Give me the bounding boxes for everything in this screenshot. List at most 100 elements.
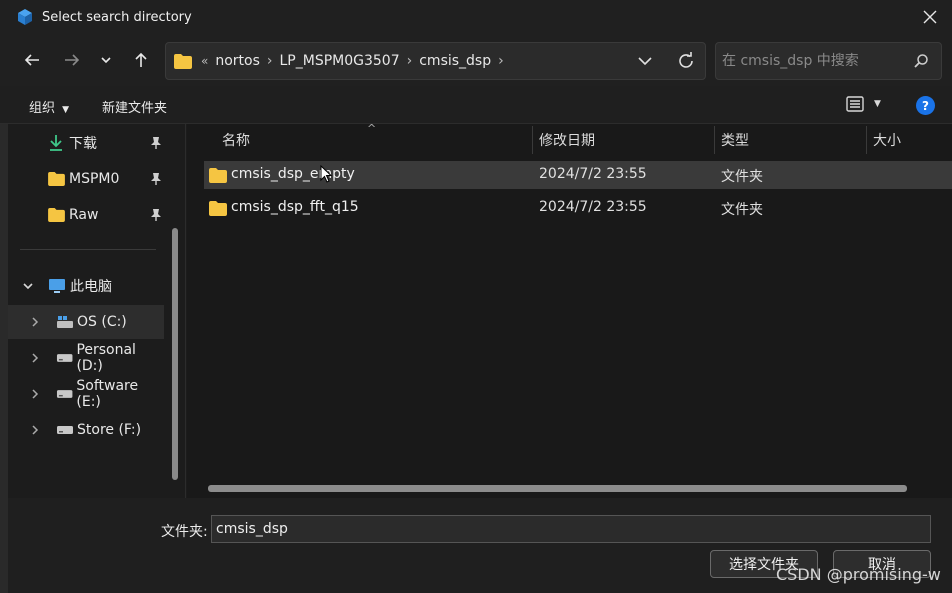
sidebar-item-label: Store (F:) bbox=[77, 422, 142, 438]
folder-icon bbox=[209, 201, 227, 216]
sidebar-item-label: OS (C:) bbox=[77, 314, 127, 330]
drive-icon bbox=[56, 354, 73, 362]
organize-label: 组织 bbox=[29, 101, 56, 116]
sidebar-item-downloads[interactable]: 下载 bbox=[8, 126, 164, 160]
chevron-right-icon bbox=[32, 389, 39, 399]
breadcrumb-lp-mspm0g3507[interactable]: LP_MSPM0G3507 bbox=[280, 53, 400, 69]
chevron-right-icon bbox=[32, 353, 39, 363]
sidebar-item-label: 此电脑 bbox=[70, 279, 112, 295]
sidebar-item-this-pc[interactable]: 此电脑 bbox=[8, 269, 164, 303]
download-icon bbox=[50, 135, 62, 151]
folder-label: 文件夹: bbox=[161, 524, 208, 540]
sidebar-item-drive-c[interactable]: OS (C:) bbox=[8, 305, 164, 339]
arrow-left-icon bbox=[24, 54, 39, 66]
arrow-right-icon bbox=[65, 54, 80, 66]
search-box[interactable] bbox=[715, 42, 942, 80]
file-name: cmsis_dsp_fft_q15 bbox=[231, 199, 359, 215]
pin-icon[interactable] bbox=[150, 136, 162, 150]
window-title: Select search directory bbox=[42, 9, 192, 25]
file-name: cmsis_dsp_empty bbox=[231, 166, 355, 182]
file-list: ^ 名称 修改日期 类型 大小 cmsis_dsp_empty 2024/7/2… bbox=[187, 122, 952, 498]
help-icon: ? bbox=[922, 98, 929, 113]
breadcrumb-cmsis-dsp[interactable]: cmsis_dsp bbox=[419, 53, 491, 69]
sidebar-item-drive-d[interactable]: Personal (D:) bbox=[8, 341, 164, 375]
table-row[interactable]: cmsis_dsp_empty 2024/7/2 23:55 文件夹 bbox=[204, 161, 952, 189]
command-bar: 组织 ▼ 新建文件夹 ▼ ? bbox=[0, 86, 952, 124]
sidebar-item-label: MSPM0 bbox=[69, 171, 120, 187]
sidebar-item-label: Personal (D:) bbox=[76, 342, 136, 374]
pin-icon[interactable] bbox=[150, 172, 162, 186]
breadcrumb-chevron-icon: › bbox=[406, 53, 413, 69]
column-header-label: 修改日期 bbox=[539, 133, 595, 149]
folder-name-input[interactable] bbox=[211, 515, 931, 543]
close-icon bbox=[923, 10, 937, 24]
breadcrumb-nortos[interactable]: nortos bbox=[215, 53, 260, 69]
sort-ascending-icon: ^ bbox=[367, 122, 377, 135]
column-divider[interactable] bbox=[866, 126, 867, 154]
windows-drive-icon bbox=[57, 316, 73, 328]
column-divider[interactable] bbox=[714, 126, 715, 154]
horizontal-scrollbar[interactable] bbox=[208, 485, 907, 492]
help-button[interactable]: ? bbox=[916, 96, 935, 115]
column-header-size[interactable]: 大小 bbox=[873, 124, 901, 156]
sidebar-item-drive-e[interactable]: Software (E:) bbox=[8, 377, 164, 411]
details-view-icon bbox=[846, 96, 864, 112]
title-bar: Select search directory bbox=[0, 0, 952, 34]
column-header-label: 类型 bbox=[721, 133, 749, 149]
caret-down-icon: ▼ bbox=[62, 105, 70, 115]
chevron-down-icon bbox=[101, 57, 111, 64]
chevron-down-icon bbox=[23, 283, 33, 290]
chevron-down-icon bbox=[638, 57, 652, 66]
breadcrumb-chevron-icon: › bbox=[498, 53, 504, 69]
organize-menu[interactable]: 组织 ▼ bbox=[29, 97, 69, 116]
new-folder-label: 新建文件夹 bbox=[102, 101, 168, 116]
close-button[interactable] bbox=[916, 4, 944, 30]
navigation-bar: « nortos › LP_MSPM0G3507 › cmsis_dsp › bbox=[0, 34, 952, 86]
pin-icon[interactable] bbox=[150, 208, 162, 222]
app-cube-icon bbox=[18, 9, 32, 25]
chevron-right-icon bbox=[32, 317, 39, 327]
refresh-button[interactable] bbox=[677, 51, 695, 75]
file-modified: 2024/7/2 23:55 bbox=[539, 166, 647, 182]
column-header-modified[interactable]: 修改日期 bbox=[539, 124, 595, 156]
column-header-label: 名称 bbox=[222, 133, 250, 149]
file-type: 文件夹 bbox=[721, 169, 763, 185]
address-bar[interactable]: « nortos › LP_MSPM0G3507 › cmsis_dsp › bbox=[165, 42, 706, 80]
breadcrumb-overflow[interactable]: « bbox=[201, 54, 208, 68]
watermark-text: CSDN @promising-w bbox=[776, 565, 941, 584]
new-folder-button[interactable]: 新建文件夹 bbox=[102, 97, 167, 116]
sidebar-item-label: 下载 bbox=[69, 136, 97, 152]
column-divider[interactable] bbox=[532, 126, 533, 154]
breadcrumb-chevron-icon: › bbox=[266, 53, 273, 69]
file-modified: 2024/7/2 23:55 bbox=[539, 199, 647, 215]
sidebar-scrollbar[interactable] bbox=[172, 228, 178, 480]
recent-locations-button[interactable] bbox=[94, 48, 118, 72]
folder-icon bbox=[209, 168, 227, 183]
up-button[interactable] bbox=[129, 48, 153, 72]
forward-button[interactable] bbox=[60, 48, 84, 72]
file-type: 文件夹 bbox=[721, 202, 763, 218]
sidebar-item-label: Raw bbox=[69, 207, 99, 223]
column-header-name[interactable]: 名称 bbox=[222, 124, 250, 156]
sidebar-item-raw[interactable]: Raw bbox=[8, 198, 164, 232]
view-options-button[interactable]: ▼ bbox=[846, 95, 881, 113]
column-header-type[interactable]: 类型 bbox=[721, 124, 749, 156]
caret-down-icon: ▼ bbox=[874, 99, 881, 109]
refresh-icon bbox=[679, 52, 693, 68]
table-row[interactable]: cmsis_dsp_fft_q15 2024/7/2 23:55 文件夹 bbox=[204, 194, 952, 222]
column-header-label: 大小 bbox=[873, 133, 901, 149]
folder-icon bbox=[48, 208, 65, 222]
sidebar-item-drive-f[interactable]: Store (F:) bbox=[8, 413, 164, 447]
sidebar-item-mspm0[interactable]: MSPM0 bbox=[8, 162, 164, 196]
folder-icon bbox=[48, 172, 65, 186]
search-icon bbox=[914, 54, 928, 68]
search-input[interactable] bbox=[722, 51, 902, 71]
back-button[interactable] bbox=[20, 48, 44, 72]
arrow-up-icon bbox=[135, 52, 147, 67]
drive-icon bbox=[56, 390, 73, 398]
navigation-pane: 下载 MSPM0 Raw 此电脑 OS (C:) Personal (D:) S… bbox=[8, 124, 186, 498]
sidebar-item-label: Software (E:) bbox=[76, 378, 139, 410]
mouse-cursor-icon bbox=[320, 165, 332, 183]
address-history-button[interactable] bbox=[637, 51, 653, 75]
drive-icon bbox=[57, 426, 73, 434]
